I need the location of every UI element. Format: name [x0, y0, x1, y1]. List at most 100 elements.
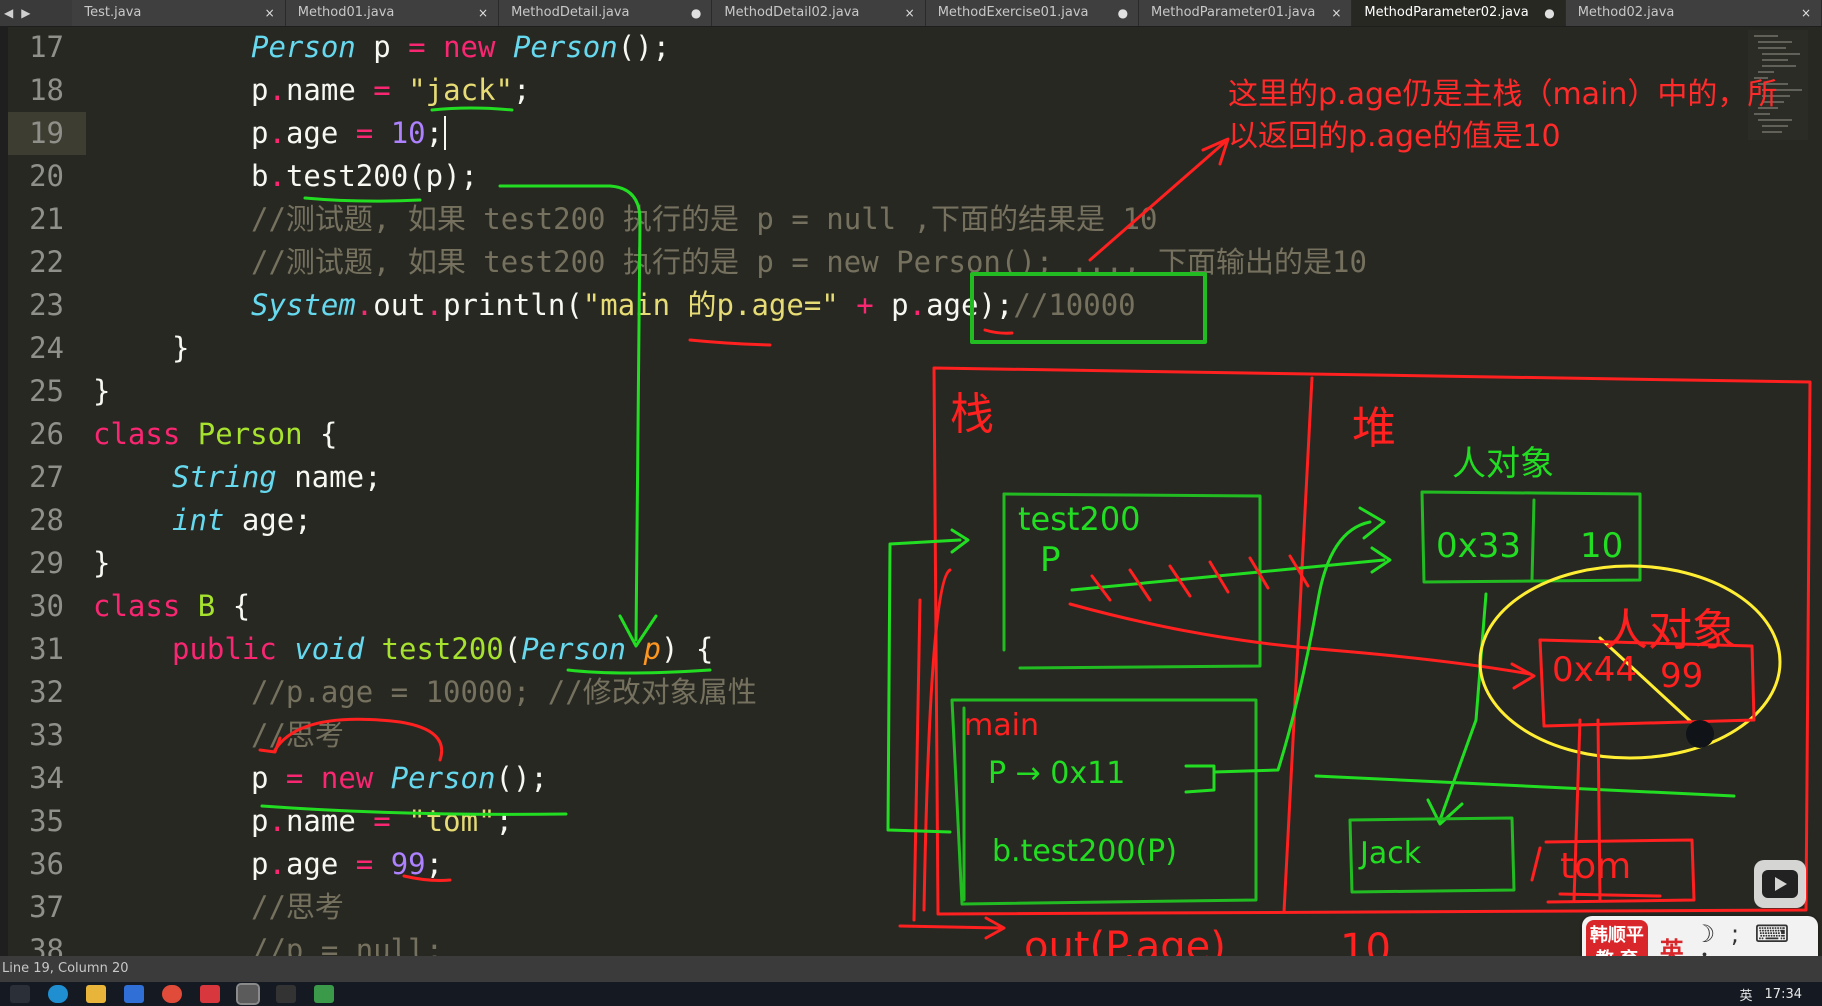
close-icon[interactable]: × [1331, 0, 1341, 26]
token: ( [565, 288, 583, 322]
label-age-99: 99 [1660, 656, 1704, 696]
line-number: 35 [29, 804, 64, 838]
keyword-token: class [93, 417, 181, 451]
annotation-text-line1: 这里的p.age仍是主栈（main）中的，所 [1228, 77, 1778, 112]
tab-label: MethodParameter02.java [1364, 5, 1529, 20]
token: age); [926, 288, 1014, 322]
line-number: 24 [29, 331, 64, 365]
code-text: p.age = 99; [251, 843, 443, 886]
operator-token: . [268, 116, 286, 150]
label-jack: Jack [1360, 836, 1422, 871]
code-text: p.name = "jack"; [251, 69, 530, 112]
type-token: Person [251, 30, 356, 64]
code-line: 34 p = new Person(); [0, 757, 1822, 800]
param-token: p [643, 632, 661, 666]
cursor-position: Line 19, Column 20 [2, 961, 129, 976]
sublime-text-icon[interactable] [236, 983, 260, 1005]
unsaved-dot-icon[interactable]: ● [1544, 0, 1554, 26]
code-text: class B { [93, 585, 250, 628]
tab-label: Method01.java [297, 5, 395, 20]
token: name [285, 73, 374, 107]
line-number: 20 [29, 159, 64, 193]
line-number: 37 [29, 890, 64, 924]
close-icon[interactable]: × [905, 0, 915, 26]
notepad-icon[interactable] [314, 985, 334, 1003]
close-icon[interactable]: × [265, 0, 275, 26]
token: p [251, 761, 286, 795]
code-editor[interactable]: 17 Person p = new Person(); 18 p.name = … [0, 26, 1822, 956]
code-text: p.name = "tom"; [251, 800, 513, 843]
label-person-object-1: 人对象 [1452, 444, 1554, 484]
string-token: "jack" [408, 73, 513, 107]
comment-text: //测试题, 如果 test200 执行的是 p = new Person();… [251, 245, 1367, 279]
label-person-object-2: 人对象 [1604, 605, 1736, 656]
label-addr-0x33: 0x33 [1436, 526, 1522, 566]
line-number: 36 [29, 847, 64, 881]
chrome-icon[interactable] [162, 985, 182, 1003]
tab-method02-java[interactable]: Method02.java × [1565, 0, 1822, 26]
edge-browser-icon[interactable] [48, 985, 68, 1003]
unsaved-dot-icon[interactable]: ● [691, 0, 701, 26]
status-bar: Line 19, Column 20 [0, 956, 1822, 982]
token: p [251, 73, 269, 107]
code-line: 28 int age; [0, 499, 1822, 542]
token: (); [495, 761, 548, 795]
tab-methodparameter01-java[interactable]: MethodParameter01.java × [1139, 0, 1353, 26]
code-line: 17 Person p = new Person(); [0, 26, 1822, 69]
video-play-button[interactable] [1754, 860, 1806, 908]
code-text: int age; [172, 499, 312, 542]
tab-methodparameter02-java[interactable]: MethodParameter02.java ● [1352, 0, 1566, 26]
file-explorer-icon[interactable] [86, 985, 106, 1003]
tab-prev-icon[interactable]: ◀ [4, 6, 13, 20]
operator-token: = [355, 847, 374, 881]
tab-method01-java[interactable]: Method01.java × [285, 0, 500, 26]
label-heap: 堆 [1352, 403, 1396, 454]
line-number: 17 [29, 30, 64, 64]
start-icon[interactable] [10, 985, 30, 1003]
tab-methoddetail-java[interactable]: MethodDetail.java ● [499, 0, 713, 26]
label-stack: 栈 [950, 389, 994, 440]
token: ; [425, 847, 444, 881]
clock[interactable]: 17:34 [1765, 987, 1802, 1002]
code-line: 30 class B { [0, 585, 1822, 628]
line-number: 34 [29, 761, 64, 795]
tab-test-java[interactable]: Test.java × [72, 0, 286, 26]
class-token: Person [197, 417, 303, 451]
type-token: Person [512, 30, 618, 64]
app-icon[interactable] [124, 985, 144, 1003]
xmind-icon[interactable] [200, 985, 220, 1003]
tab-next-icon[interactable]: ▶ [21, 6, 30, 20]
type-token: String [172, 460, 277, 494]
terminal-icon[interactable] [276, 985, 296, 1003]
code-text: class Person { [93, 413, 337, 456]
type-token: Person [390, 761, 496, 795]
string-token: "tom" [408, 804, 496, 838]
system-tray: 英 17:34 [1740, 982, 1802, 1006]
tab-bar: ◀ ▶ Test.java × Method01.java × MethodDeta… [0, 0, 1822, 27]
number-token: 10 [390, 116, 426, 150]
type-token: System [251, 288, 356, 322]
tab-label: MethodExercise01.java [937, 5, 1089, 20]
close-icon[interactable]: × [1801, 0, 1811, 26]
line-number: 29 [29, 546, 64, 580]
operator-token: . [355, 288, 374, 322]
code-line: 24 } [0, 327, 1822, 370]
code-text: } [172, 331, 190, 365]
line-number: 32 [29, 675, 64, 709]
code-line: 38 //p = null; [0, 929, 1822, 956]
line-number: 28 [29, 503, 64, 537]
token: { [215, 589, 251, 623]
tab-methoddetail02-java[interactable]: MethodDetail02.java × [712, 0, 926, 26]
line-number: 18 [29, 73, 64, 107]
code-text: p = new Person(); [251, 757, 548, 800]
tray-ime[interactable]: 英 [1740, 985, 1753, 1004]
unsaved-dot-icon[interactable]: ● [1118, 0, 1128, 26]
close-icon[interactable]: × [478, 0, 488, 26]
comment-text: //思考 [251, 890, 344, 924]
tab-methodexercise01-java[interactable]: MethodExercise01.java ● [925, 0, 1140, 26]
